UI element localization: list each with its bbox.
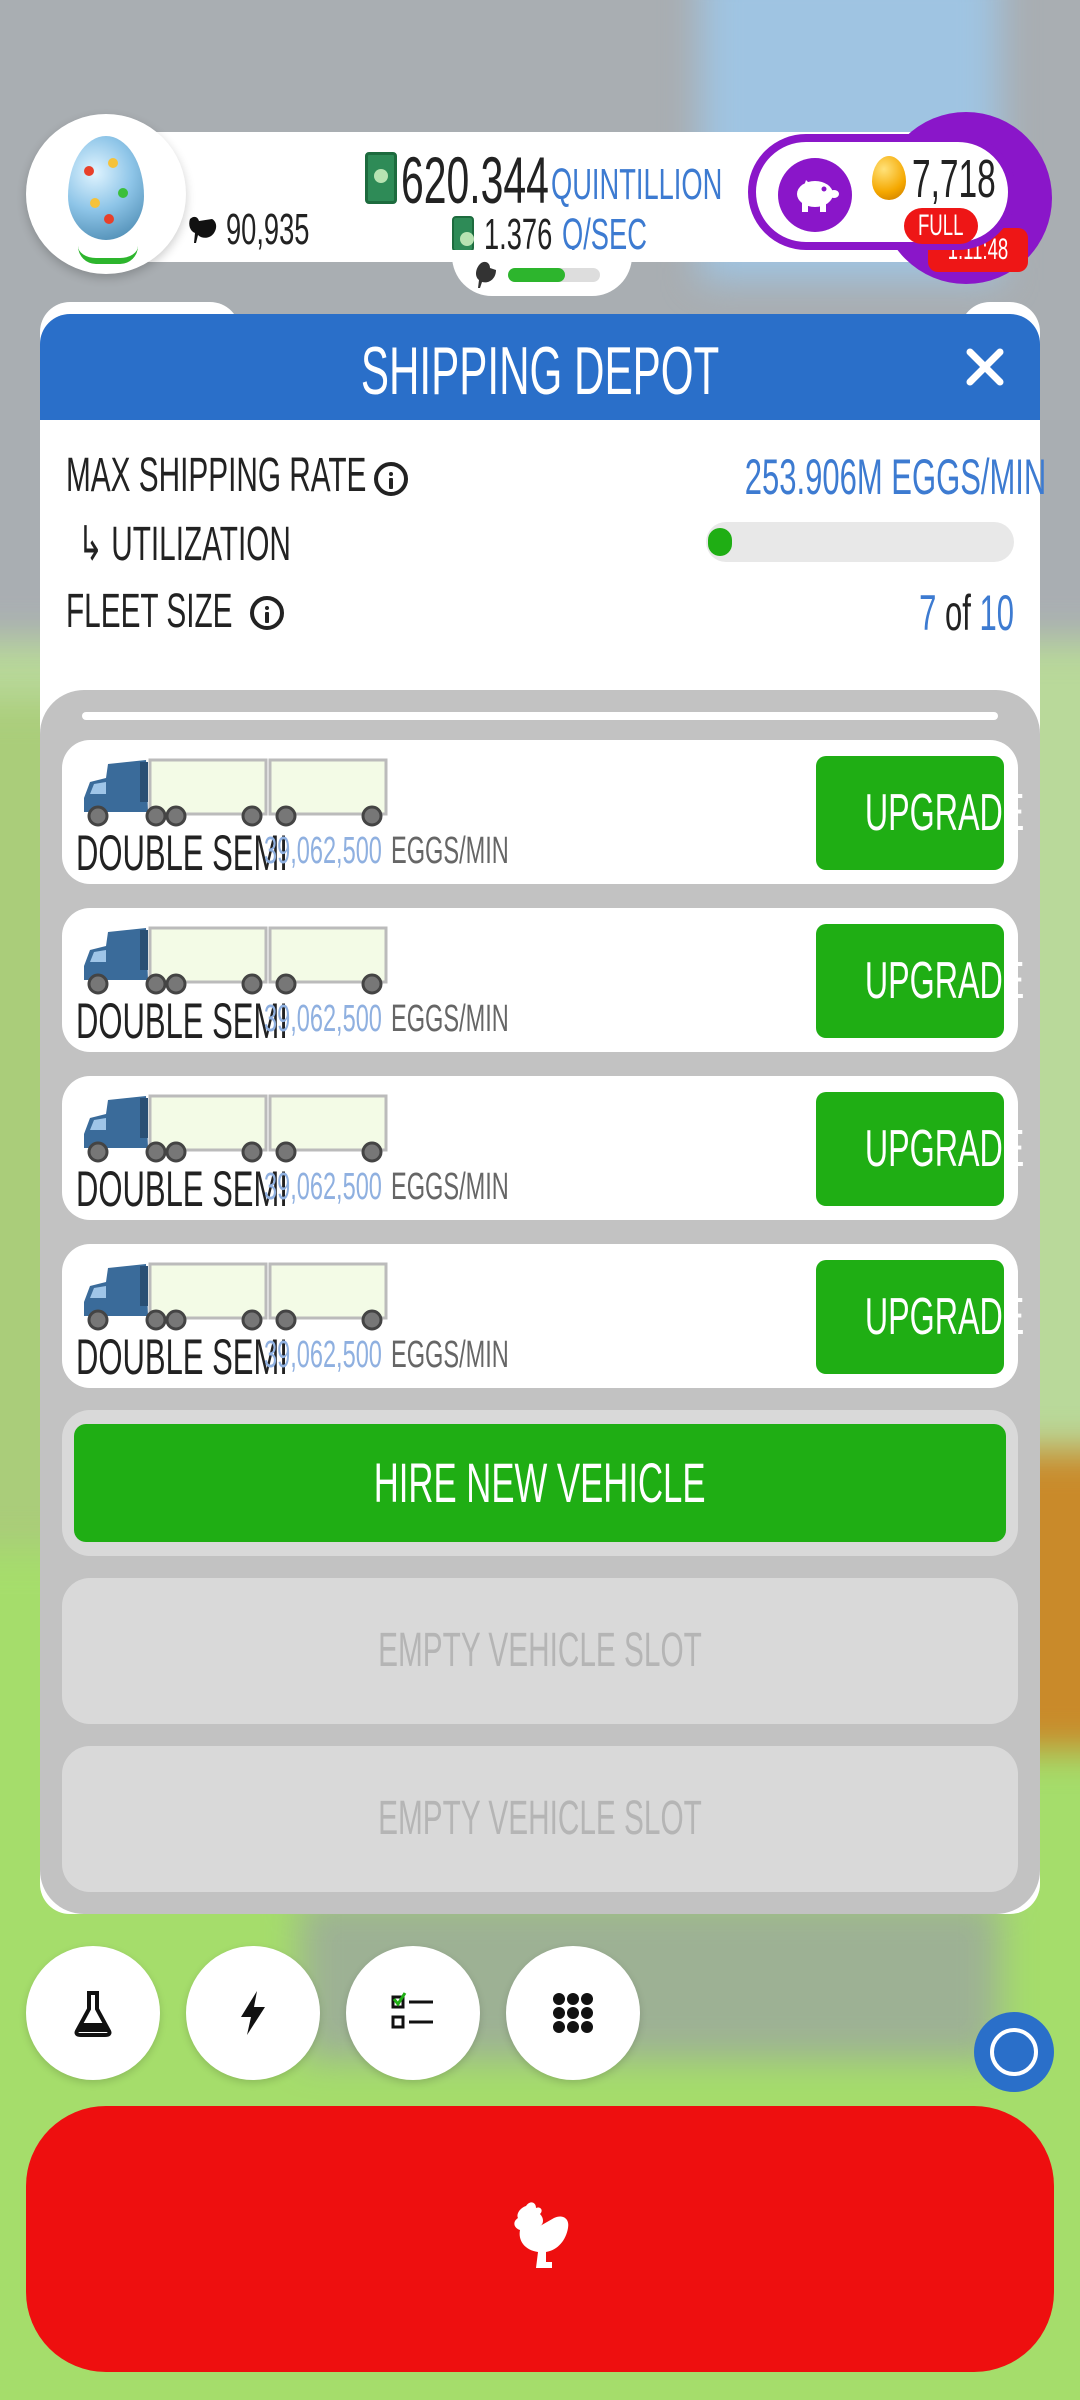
utilization-label: ↳ UTILIZATION [78, 518, 291, 571]
egg-icon [68, 136, 144, 240]
panel-header: SHIPPING DEPOT [40, 314, 1040, 420]
fleet-current: 7 [919, 585, 937, 641]
utilization-bar [706, 522, 1014, 562]
vehicle-rate-unit: EGGS/MIN [391, 1166, 509, 1208]
upgrade-button[interactable]: UPGRADE [816, 756, 1024, 870]
double-semi-truck-image [80, 1262, 400, 1337]
boosts-button[interactable] [186, 1946, 320, 2080]
cash-value: 620.344 [401, 143, 549, 217]
flask-icon [74, 1991, 112, 2037]
menu-button[interactable] [506, 1946, 640, 2080]
hire-vehicle-row: HIRE NEW VEHICLE [62, 1410, 1018, 1556]
double-semi-truck-image [80, 926, 400, 1001]
checklist-icon [391, 1992, 433, 2029]
golden-egg-count: 7,718 [912, 149, 996, 209]
cash-display: 620.344 QUINTILLION [365, 142, 745, 217]
vehicle-rate-unit: EGGS/MIN [391, 998, 509, 1040]
close-button[interactable] [960, 342, 1010, 392]
chick-icon [476, 261, 496, 288]
drone-progress [452, 250, 632, 296]
golden-eggs-card[interactable]: 7,718 FULL [748, 134, 1016, 250]
close-icon [966, 348, 1004, 386]
double-semi-truck-image [80, 1094, 400, 1169]
floating-circle-button[interactable] [974, 2012, 1054, 2092]
vehicle-row: DOUBLE SEMI 39,062,500 EGGS/MIN UPGRADE [62, 740, 1024, 884]
lightning-icon [241, 1991, 265, 2035]
chicken-count: 90,935 [186, 205, 346, 255]
empty-vehicle-slot: EMPTY VEHICLE SLOT [62, 1578, 1018, 1724]
drone-progress-track [508, 268, 600, 282]
vehicle-rate-unit: EGGS/MIN [391, 1334, 509, 1376]
vehicle-rate-unit: EGGS/MIN [391, 830, 509, 872]
fleet-max: 10 [979, 585, 1014, 641]
upgrade-button[interactable]: UPGRADE [816, 1260, 1024, 1374]
cash-unit: QUINTILLION [551, 160, 723, 209]
double-semi-truck-image [80, 758, 400, 833]
cash-icon [365, 152, 397, 204]
vehicle-row: DOUBLE SEMI 39,062,500 EGGS/MIN UPGRADE [62, 1076, 1024, 1220]
fleet-of: of [945, 585, 971, 641]
max-rate-info-icon[interactable] [374, 462, 408, 496]
max-shipping-rate-label: MAX SHIPPING RATE [66, 449, 367, 502]
research-button[interactable] [26, 1946, 160, 2080]
empty-vehicle-slot: EMPTY VEHICLE SLOT [62, 1746, 1018, 1892]
fleet-size-info-icon[interactable] [250, 596, 284, 630]
hire-new-vehicle-button[interactable]: HIRE NEW VEHICLE [74, 1424, 1006, 1542]
current-egg-button[interactable] [26, 114, 186, 274]
utilization-fill [708, 528, 732, 556]
vehicle-row: DOUBLE SEMI 39,062,500 EGGS/MIN UPGRADE [62, 1244, 1024, 1388]
drone-progress-fill [508, 268, 566, 282]
fleet-size-label: FLEET SIZE [66, 585, 233, 638]
piggy-bank-icon [797, 180, 839, 212]
golden-egg-icon [872, 156, 906, 200]
panel-title: SHIPPING DEPOT [360, 333, 720, 409]
vehicle-row: DOUBLE SEMI 39,062,500 EGGS/MIN UPGRADE [62, 908, 1024, 1052]
missions-button[interactable] [346, 1946, 480, 2080]
upgrade-button[interactable]: UPGRADE [816, 924, 1024, 1038]
max-shipping-rate-value: 253.906M EGGS/MIN [744, 449, 1047, 505]
upgrade-button[interactable]: UPGRADE [816, 1092, 1024, 1206]
fleet-size-value: 7 of 10 [700, 584, 1014, 642]
full-badge: FULL [904, 208, 978, 244]
hatch-chicken-button[interactable] [26, 2106, 1054, 2372]
truck-icon [84, 926, 388, 995]
egg-progress-ring [78, 246, 138, 264]
truck-icon [84, 1262, 388, 1331]
grid-icon [553, 1993, 593, 2033]
piggy-bank-button[interactable] [778, 158, 852, 232]
chicken-icon [189, 216, 217, 243]
truck-icon [84, 758, 388, 827]
fleet-list-scroll-edge [82, 712, 998, 720]
chicken-icon [514, 2202, 569, 2268]
truck-icon [84, 1094, 388, 1163]
cash-rate-icon [452, 216, 474, 252]
